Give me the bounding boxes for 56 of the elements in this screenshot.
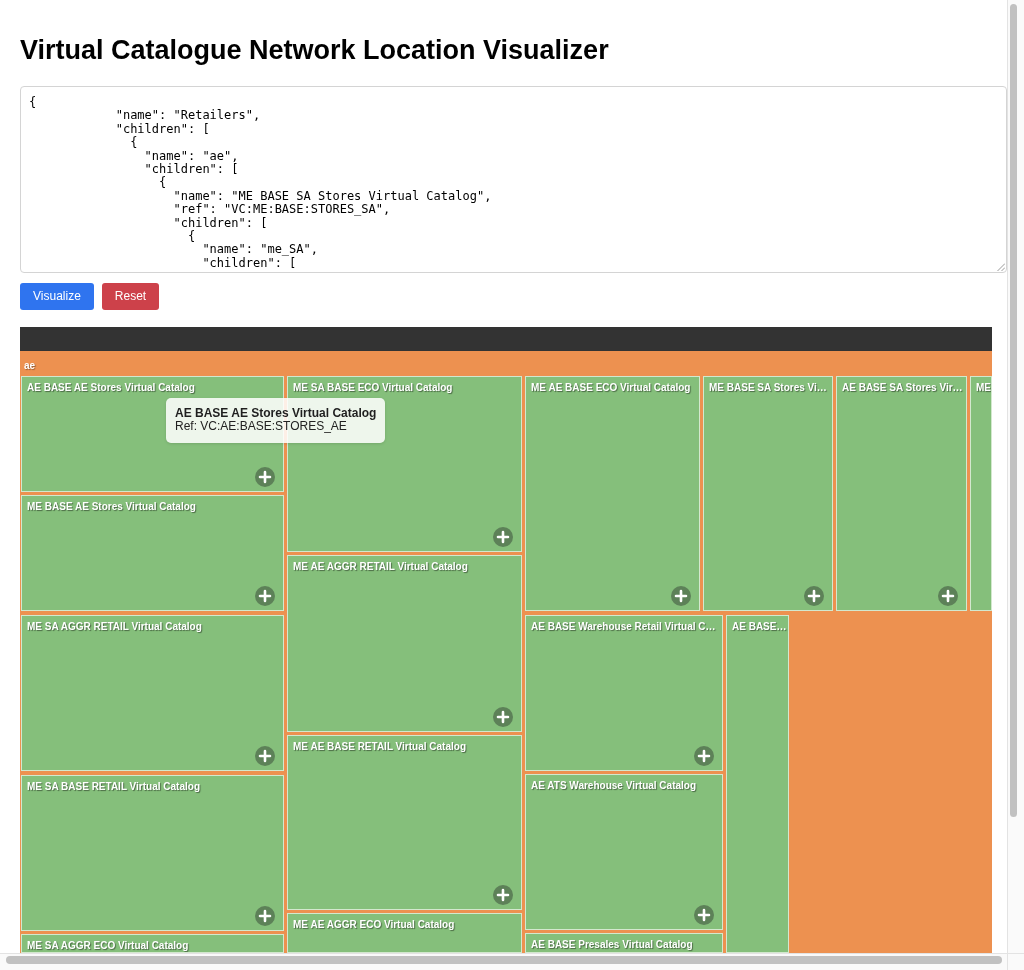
plus-circle-icon[interactable] <box>493 885 513 905</box>
visualize-button[interactable]: Visualize <box>20 283 94 310</box>
catalog-tile[interactable]: AE BASE… <box>726 615 789 953</box>
catalog-tile[interactable]: AE BASE Warehouse Retail Virtual C… <box>525 615 723 771</box>
plus-circle-icon[interactable] <box>255 586 275 606</box>
treemap-group-node[interactable] <box>20 351 992 953</box>
catalog-tile[interactable]: ME <box>970 376 992 611</box>
plus-circle-icon[interactable] <box>671 586 691 606</box>
tile-label: ME <box>976 382 991 394</box>
tile-label: AE BASE Warehouse Retail Virtual C… <box>531 621 716 633</box>
catalog-tile[interactable]: ME SA BASE RETAIL Virtual Catalog <box>21 775 284 931</box>
catalog-tile[interactable]: AE BASE SA Stores Vir… <box>836 376 967 611</box>
catalog-tile[interactable]: ME SA AGGR ECO Virtual Catalog <box>21 934 284 953</box>
scrollbar-corner <box>1007 953 1024 970</box>
catalog-tile[interactable]: ME SA AGGR RETAIL Virtual Catalog <box>21 615 284 771</box>
plus-circle-icon[interactable] <box>255 467 275 487</box>
tile-label: ME SA AGGR RETAIL Virtual Catalog <box>27 621 202 633</box>
catalog-tile[interactable]: ME AE BASE ECO Virtual Catalog <box>525 376 700 611</box>
catalog-tile[interactable]: ME BASE AE Stores Virtual Catalog <box>21 495 284 611</box>
page-title: Virtual Catalogue Network Location Visualizer <box>20 35 609 66</box>
vertical-scrollbar[interactable] <box>1007 0 1024 953</box>
plus-circle-icon[interactable] <box>938 586 958 606</box>
tile-label: ME AE AGGR ECO Virtual Catalog <box>293 919 455 931</box>
plus-circle-icon[interactable] <box>255 906 275 926</box>
tile-label: AE BASE Presales Virtual Catalog <box>531 939 693 951</box>
tile-label: AE BASE… <box>732 621 787 633</box>
json-input-field[interactable]: { "name": "Retailers", "children": [ { "name": "ae", "children": [ { "name": "ME BASE SA Stores Virtual Catalog", "ref": "VC:ME:BASE:STORES_SA", "children": [ { "name": "me_SA", "children": [ <box>20 86 1007 273</box>
plus-circle-icon[interactable] <box>804 586 824 606</box>
reset-button[interactable]: Reset <box>101 283 160 310</box>
catalog-tile[interactable]: ME AE AGGR ECO Virtual Catalog <box>287 913 522 953</box>
tile-label: ME BASE AE Stores Virtual Catalog <box>27 501 196 513</box>
catalog-tile[interactable]: ME BASE SA Stores Vi… <box>703 376 833 611</box>
plus-circle-icon[interactable] <box>493 707 513 727</box>
scrollbar-thumb[interactable] <box>1010 4 1017 817</box>
catalog-tile[interactable]: ME AE AGGR RETAIL Virtual Catalog <box>287 555 522 732</box>
tile-label: ME SA BASE RETAIL Virtual Catalog <box>27 781 200 793</box>
tile-label: ME BASE SA Stores Vi… <box>709 382 827 394</box>
resize-grip-icon[interactable] <box>997 263 1005 271</box>
tile-label: AE BASE SA Stores Vir… <box>842 382 963 394</box>
tile-label: AE ATS Warehouse Virtual Catalog <box>531 780 697 792</box>
tile-label: AE BASE AE Stores Virtual Catalog <box>27 382 195 394</box>
plus-circle-icon[interactable] <box>255 746 275 766</box>
tile-label: ME SA BASE ECO Virtual Catalog <box>293 382 453 394</box>
plus-circle-icon[interactable] <box>493 527 513 547</box>
tile-label: ME SA AGGR ECO Virtual Catalog <box>27 940 189 952</box>
tile-label: ME AE AGGR RETAIL Virtual Catalog <box>293 561 468 573</box>
group-label: ae <box>24 360 36 372</box>
catalog-tile[interactable]: AE ATS Warehouse Virtual Catalog <box>525 774 723 930</box>
plus-circle-icon[interactable] <box>694 905 714 925</box>
catalog-tile[interactable]: AE BASE Presales Virtual Catalog <box>525 933 723 953</box>
tile-label: ME AE BASE ECO Virtual Catalog <box>531 382 691 394</box>
catalog-tile[interactable]: ME AE BASE RETAIL Virtual Catalog <box>287 735 522 910</box>
scrollbar-thumb[interactable] <box>6 956 1002 964</box>
horizontal-scrollbar[interactable] <box>0 953 1007 970</box>
plus-circle-icon[interactable] <box>694 746 714 766</box>
tile-label: ME AE BASE RETAIL Virtual Catalog <box>293 741 466 753</box>
